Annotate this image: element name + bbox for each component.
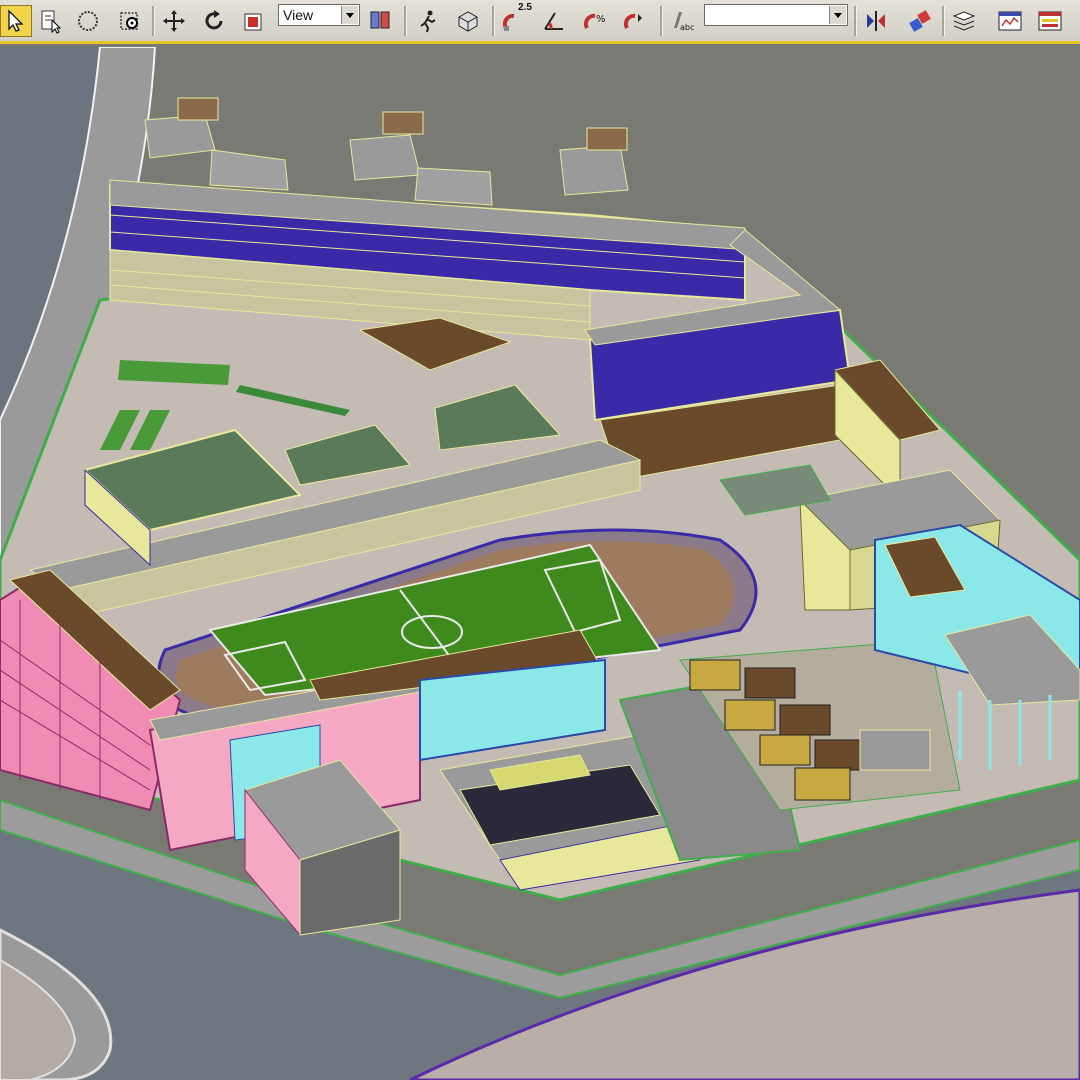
rooftop-unit-3 — [586, 127, 628, 151]
villa-roof-1 — [689, 659, 741, 691]
select-and-manipulate-icon[interactable] — [412, 5, 444, 37]
tower-roof-3 — [559, 144, 629, 196]
percent-snap-icon[interactable]: % — [578, 5, 610, 37]
toolbar-separator — [942, 6, 945, 36]
villa-roof-6 — [814, 739, 866, 771]
spinner-snap-icon[interactable] — [618, 5, 650, 37]
keyboard-shortcut-icon[interactable] — [452, 5, 484, 37]
main-toolbar: View 2.5 % abc — [0, 0, 1080, 44]
chevron-down-icon[interactable] — [341, 6, 358, 24]
villa-roof-2 — [744, 667, 796, 699]
move-icon[interactable] — [158, 5, 190, 37]
perspective-viewport[interactable] — [0, 47, 1080, 1080]
toolbar-separator — [404, 6, 407, 36]
wing-roof-2 — [414, 167, 493, 206]
rooftop-unit-2 — [382, 111, 424, 135]
angle-snap-icon[interactable] — [538, 5, 570, 37]
chevron-down-icon[interactable] — [829, 6, 846, 24]
rotate-icon[interactable] — [198, 5, 230, 37]
reference-coordinate-dropdown[interactable]: View — [278, 4, 360, 26]
toolbar-separator — [492, 6, 495, 36]
scale-icon[interactable] — [238, 5, 270, 37]
villa-roof-7 — [794, 767, 851, 801]
layer-manager-icon[interactable] — [948, 5, 980, 37]
curve-editor-icon[interactable] — [994, 5, 1026, 37]
villa-roof-4 — [779, 704, 831, 736]
use-pivot-center-icon[interactable] — [364, 5, 396, 37]
select-by-name-icon[interactable] — [34, 5, 66, 37]
edit-named-selection-icon[interactable]: abc — [666, 5, 698, 37]
toolbar-separator — [660, 6, 663, 36]
select-arrow-icon[interactable] — [0, 5, 32, 37]
toolbar-separator — [152, 6, 155, 36]
named-selection-dropdown[interactable] — [704, 4, 848, 26]
toolbar-separator — [854, 6, 857, 36]
rooftop-unit-1 — [177, 97, 219, 121]
circle-select-region-icon[interactable] — [72, 5, 104, 37]
snap-label: 2.5 — [518, 2, 532, 13]
villa-roof-5 — [759, 734, 811, 766]
svg-text:%: % — [596, 14, 606, 25]
villa-garage-roof — [859, 729, 931, 771]
tower-roof-1 — [144, 114, 216, 159]
mirror-icon[interactable] — [860, 5, 892, 37]
select-and-link-icon[interactable] — [114, 5, 146, 37]
schematic-view-icon[interactable] — [1034, 5, 1066, 37]
svg-text:abc: abc — [680, 23, 694, 32]
align-icon[interactable] — [904, 5, 936, 37]
tower-roof-2 — [349, 134, 421, 181]
reference-coordinate-value: View — [283, 7, 314, 23]
villa-roof-3 — [724, 699, 776, 731]
